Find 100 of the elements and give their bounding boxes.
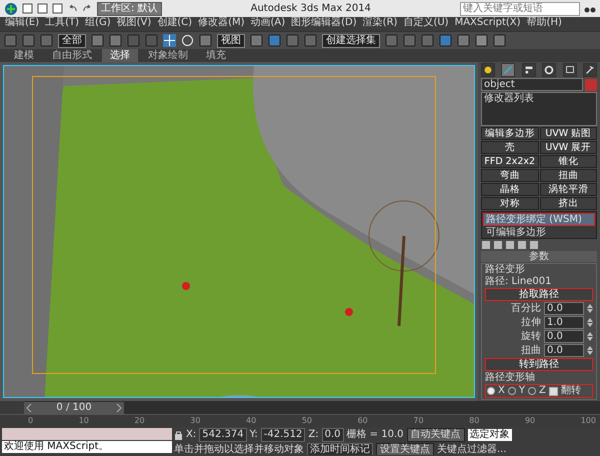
coordinate-field[interactable]: 0.0 bbox=[322, 428, 344, 442]
window-title: Autodesk 3ds Max 2014 bbox=[250, 2, 372, 14]
menu-item[interactable]: 渲染(R) bbox=[362, 17, 398, 31]
ribbon-tab[interactable]: 选择 bbox=[102, 49, 138, 62]
add-time-tag-button[interactable]: 添加时间标记 bbox=[307, 443, 373, 455]
menu-item[interactable]: 动画(A) bbox=[250, 17, 286, 31]
group-label: 路径变形轴 bbox=[485, 372, 536, 383]
modifier-button[interactable]: 挤出 bbox=[540, 197, 597, 210]
stack-item[interactable]: 可编辑多边形 bbox=[483, 226, 595, 239]
selection-filter-dropdown[interactable]: 全部 bbox=[58, 34, 86, 48]
modifier-button[interactable]: 晶格 bbox=[481, 183, 538, 196]
menu-item[interactable]: 自定义(U) bbox=[402, 17, 450, 31]
ribbon-tab[interactable]: 建模 bbox=[6, 49, 42, 62]
group-label: 路径变形 bbox=[485, 264, 526, 275]
menu-item[interactable]: 创建(C) bbox=[156, 17, 194, 31]
modifier-button[interactable]: FFD 2x2x2 bbox=[481, 155, 538, 168]
rollout-header[interactable]: 参数 bbox=[481, 251, 597, 262]
menu-item[interactable]: 组(G) bbox=[84, 17, 112, 31]
key-filters-button[interactable]: 关键点过滤器... bbox=[437, 444, 507, 455]
modifier-button[interactable]: 编辑多边形 bbox=[481, 127, 538, 140]
spinner-arrows-icon[interactable] bbox=[587, 345, 593, 356]
menu-item[interactable]: 修改器(M) bbox=[197, 17, 246, 31]
menu-item[interactable]: MAXScript(X) bbox=[454, 17, 522, 31]
modifier-button[interactable]: 涡轮平滑 bbox=[540, 183, 597, 196]
modifier-button[interactable]: UVW 贴图 bbox=[540, 127, 597, 140]
checkbox[interactable] bbox=[548, 386, 558, 396]
spinner-field[interactable]: 0.0 bbox=[544, 302, 584, 315]
hierarchy-panel-icon[interactable] bbox=[522, 63, 536, 77]
radio-button[interactable] bbox=[487, 387, 495, 395]
spinner-field[interactable]: 1.0 bbox=[544, 316, 584, 329]
move-icon[interactable] bbox=[163, 34, 176, 47]
ruler-label: 50 bbox=[302, 415, 312, 427]
checkbox-label: 翻转 bbox=[560, 385, 581, 397]
spinner-arrows-icon[interactable] bbox=[587, 317, 593, 328]
key-mode-dropdown[interactable]: 选定对象 bbox=[468, 429, 512, 441]
modifier-button[interactable]: 壳 bbox=[481, 141, 538, 154]
auto-key-button[interactable]: 自动关键点 bbox=[406, 428, 465, 442]
motion-panel-icon[interactable] bbox=[542, 63, 556, 77]
lock-icon[interactable] bbox=[174, 430, 183, 440]
utilities-panel-icon[interactable] bbox=[582, 63, 597, 77]
frame-counter: 0 / 100 bbox=[56, 402, 92, 414]
coordinate-label: Z: bbox=[308, 429, 319, 441]
spinner-field[interactable]: 0.0 bbox=[544, 344, 584, 357]
coordinate-field[interactable]: -42.512 bbox=[260, 428, 306, 442]
path-label: 路径: Line001 bbox=[485, 276, 552, 287]
modifier-list-dropdown[interactable]: 修改器列表 bbox=[481, 92, 597, 126]
menu-item[interactable]: 视图(V) bbox=[116, 17, 152, 31]
modifier-button[interactable]: 扭曲 bbox=[540, 169, 597, 182]
menu-item[interactable]: 图形编辑器(D) bbox=[290, 17, 358, 31]
spinner-label: 扭曲 bbox=[521, 345, 541, 356]
named-selection-dropdown[interactable]: 创建选择集 bbox=[322, 34, 380, 48]
radio-button[interactable] bbox=[528, 387, 536, 395]
workspace-dropdown[interactable]: 工作区: 默认 bbox=[97, 2, 162, 16]
ruler-label: 60 bbox=[358, 415, 368, 427]
goto-path-button[interactable]: 转到路径 bbox=[485, 358, 593, 371]
modifier-button[interactable]: 弯曲 bbox=[481, 169, 538, 182]
spinner-arrows-icon[interactable] bbox=[587, 331, 593, 342]
radio-button[interactable] bbox=[508, 387, 516, 395]
ribbon-tab[interactable]: 对象绘制 bbox=[140, 49, 196, 62]
coordinate-label: Y: bbox=[250, 429, 258, 441]
time-slider-thumb[interactable]: 0 / 100 bbox=[24, 402, 124, 414]
previous-frame-icon[interactable] bbox=[25, 402, 33, 412]
rotate-icon[interactable] bbox=[181, 34, 194, 47]
time-slider-track[interactable]: 0 / 100 bbox=[24, 402, 600, 414]
radio-label: X bbox=[498, 385, 505, 397]
radio-label: Z bbox=[538, 385, 546, 397]
modify-panel-icon[interactable] bbox=[501, 63, 516, 77]
undo-icon[interactable] bbox=[67, 3, 78, 14]
object-color-swatch[interactable] bbox=[585, 78, 597, 90]
spinner-field[interactable]: 0.0 bbox=[544, 330, 584, 343]
set-key-button[interactable]: 设置关键点 bbox=[376, 443, 434, 455]
ruler-label: 20 bbox=[134, 415, 145, 427]
search-field[interactable]: 键入关键字或短语 bbox=[460, 2, 580, 16]
spinner-arrows-icon[interactable] bbox=[587, 303, 593, 314]
modifier-button[interactable]: 锥化 bbox=[540, 155, 597, 168]
ribbon-tab[interactable]: 自由形式 bbox=[44, 49, 100, 62]
prompt-text: 单击并拖动以选择并移动对象 bbox=[174, 444, 304, 455]
spinner-label: 旋转 bbox=[521, 331, 541, 342]
reference-coordinate-dropdown[interactable]: 视图 bbox=[217, 34, 245, 48]
menu-item[interactable]: 编辑(E) bbox=[4, 17, 40, 31]
menu-item[interactable]: 帮助(H) bbox=[526, 17, 563, 31]
create-panel-icon[interactable] bbox=[481, 63, 495, 77]
app-logo-icon[interactable] bbox=[4, 2, 18, 16]
next-frame-icon[interactable] bbox=[115, 402, 123, 412]
modifier-button[interactable]: UVW 展开 bbox=[540, 141, 597, 154]
modifier-stack[interactable]: 路径变形绑定 (WSM) 可编辑多边形 bbox=[481, 211, 597, 239]
spinner-label: 百分比 bbox=[511, 303, 541, 314]
coordinate-field[interactable]: 542.374 bbox=[199, 428, 247, 442]
modifier-button[interactable]: 对称 bbox=[481, 197, 538, 210]
menu-item[interactable]: 工具(T) bbox=[44, 17, 80, 31]
coordinate-label: X: bbox=[186, 429, 196, 441]
pick-path-button[interactable]: 拾取路径 bbox=[485, 288, 593, 301]
redo-icon[interactable] bbox=[82, 3, 93, 14]
stack-item[interactable]: 路径变形绑定 (WSM) bbox=[483, 213, 595, 226]
ruler-label: 40 bbox=[246, 415, 256, 427]
ruler-label: 80 bbox=[469, 415, 480, 427]
object-name-field[interactable]: object bbox=[481, 78, 583, 91]
ruler-label: 10 bbox=[78, 415, 89, 427]
display-panel-icon[interactable] bbox=[562, 63, 577, 77]
ribbon-tab[interactable]: 填充 bbox=[198, 49, 234, 62]
